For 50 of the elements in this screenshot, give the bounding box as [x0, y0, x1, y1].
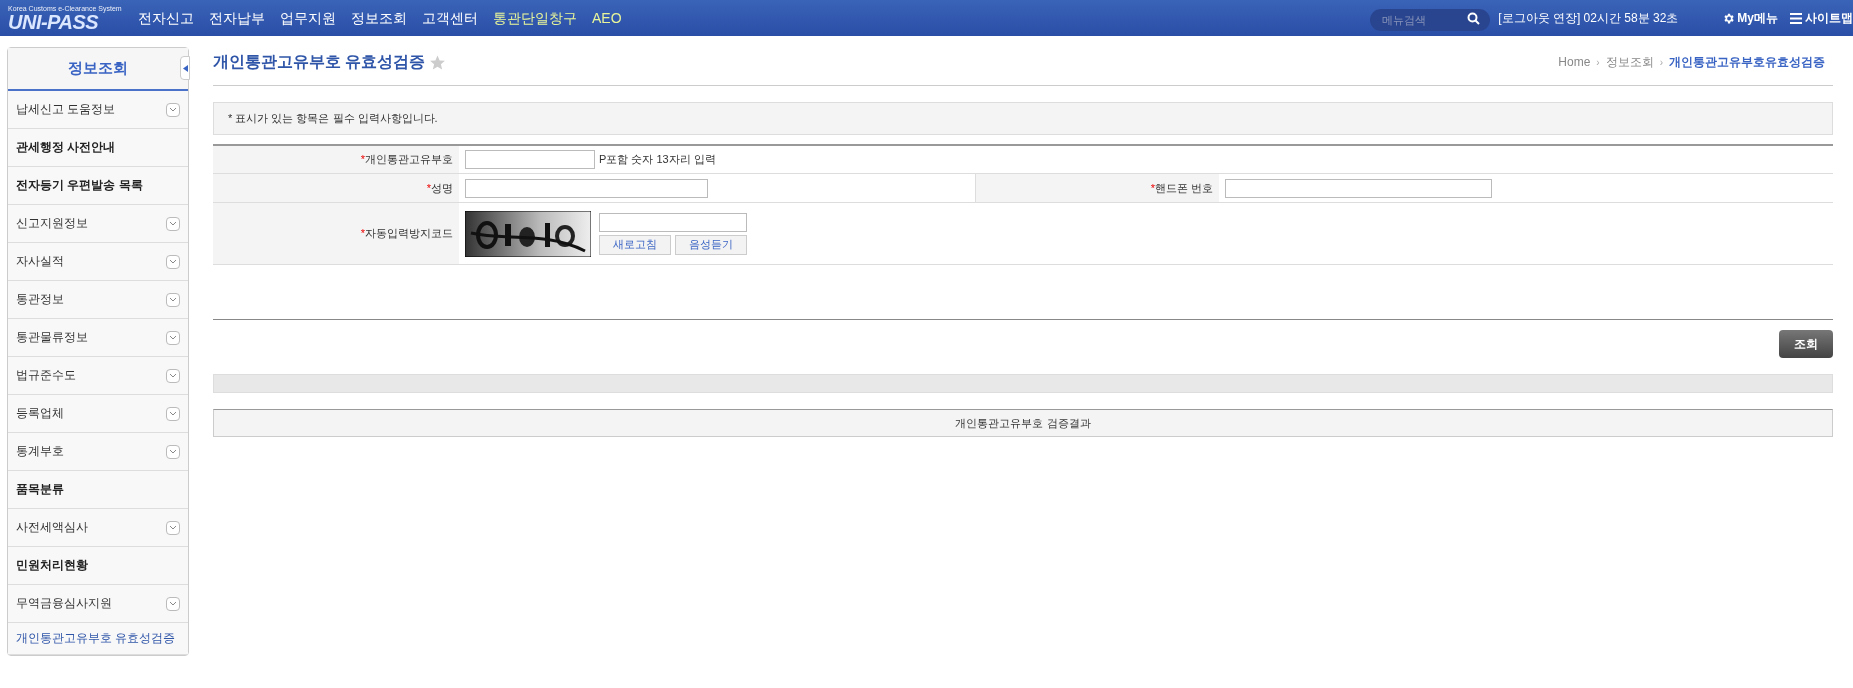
collapse-button[interactable] — [180, 56, 190, 80]
gear-icon — [1722, 11, 1736, 25]
my-menu-link[interactable]: My메뉴 — [1722, 9, 1778, 27]
breadcrumb-link[interactable]: 정보조회 — [1605, 53, 1654, 71]
star-icon[interactable] — [429, 53, 447, 71]
field-label: *성명 — [426, 180, 453, 196]
notice-text: * 표시가 있는 항목은 필수 입력사항입니다. — [228, 111, 438, 127]
field-label: *개인통관고유부호 — [360, 152, 453, 168]
nav-link[interactable]: AEO — [592, 7, 622, 29]
chevron-icon[interactable] — [166, 292, 180, 307]
chevron-icon[interactable] — [166, 216, 180, 231]
nav-link[interactable]: 정보조회 — [351, 7, 407, 29]
nav-link[interactable]: 전자신고 — [138, 7, 194, 29]
breadcrumb-link[interactable]: 개인통관고유부호유효성검증 — [1669, 53, 1825, 71]
chevron-icon[interactable] — [166, 368, 180, 383]
page-title: 개인통관고유부호 유효성검증 — [213, 52, 426, 72]
caret-icon — [182, 64, 188, 72]
field-label: *핸드폰 번호 — [1150, 180, 1213, 196]
input-field[interactable] — [1225, 178, 1492, 198]
chevron-icon[interactable] — [166, 330, 180, 345]
sitemap-link[interactable]: 사이트맵 — [1790, 9, 1853, 27]
audio-button[interactable]: 음성듣기 — [675, 234, 747, 255]
refresh-button[interactable]: 새로고침 — [599, 234, 671, 255]
chevron-icon[interactable] — [166, 102, 180, 117]
input-field[interactable] — [599, 212, 747, 232]
sidebar-title: 정보조회 — [68, 58, 128, 79]
sitemap-label: 사이트맵 — [1805, 10, 1853, 27]
search-icon[interactable] — [1467, 12, 1481, 25]
breadcrumb-separator: › — [1596, 55, 1600, 70]
chevron-icon[interactable] — [166, 520, 180, 535]
chevron-icon[interactable] — [166, 444, 180, 459]
input-field[interactable] — [465, 150, 595, 169]
nav-link[interactable]: 통관단일창구 — [493, 7, 577, 29]
field-label: *자동입력방지코드 — [360, 226, 453, 242]
chevron-icon[interactable] — [166, 254, 180, 269]
menu-icon — [1790, 12, 1802, 24]
chevron-icon[interactable] — [166, 406, 180, 421]
nav-link[interactable]: 전자납부 — [209, 7, 265, 29]
result-header-text: 개인통관고유부호 검증결과 — [955, 415, 1091, 431]
search-field[interactable]: 메뉴검색 — [1370, 9, 1491, 31]
input-field[interactable] — [465, 178, 708, 198]
nav-link[interactable]: 업무지원 — [280, 7, 336, 29]
chevron-icon[interactable] — [166, 596, 180, 611]
my-menu-label: My메뉴 — [1737, 10, 1778, 27]
session-timer[interactable]: [로그아웃 연장] 02시간 58분 32초 — [1498, 9, 1679, 27]
field-hint: P포함 숫자 13자리 입력 — [599, 152, 716, 168]
nav-link[interactable]: 고객센터 — [422, 7, 478, 29]
breadcrumb-link[interactable]: Home — [1558, 53, 1591, 71]
search-button[interactable]: 조회 — [1779, 330, 1833, 358]
breadcrumb-separator: › — [1659, 55, 1663, 70]
